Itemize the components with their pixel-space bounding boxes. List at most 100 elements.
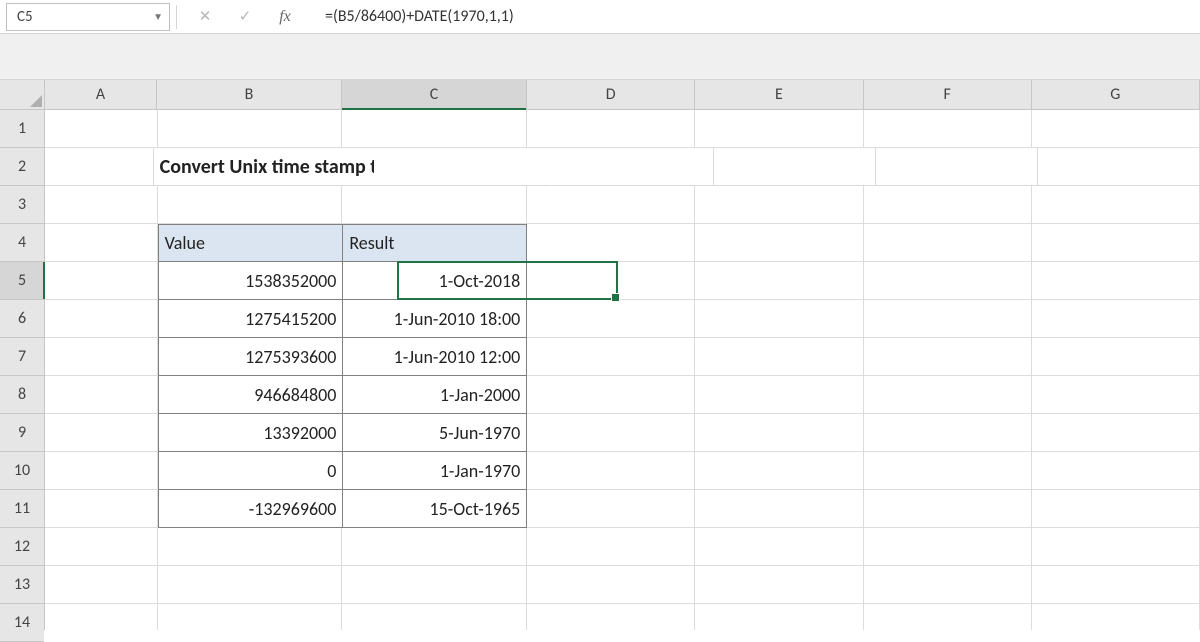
cell-A12[interactable] bbox=[45, 528, 158, 566]
cell-A11[interactable] bbox=[45, 490, 158, 528]
cell-E8[interactable] bbox=[695, 376, 863, 414]
row-header-8[interactable]: 8 bbox=[0, 376, 44, 414]
cell-C2[interactable] bbox=[374, 148, 552, 186]
cell-E11[interactable] bbox=[695, 490, 863, 528]
cell-B8[interactable]: 946684800 bbox=[158, 376, 343, 414]
cell-F2[interactable] bbox=[876, 148, 1038, 186]
cell-B3[interactable] bbox=[158, 186, 343, 224]
cell-F5[interactable] bbox=[864, 262, 1032, 300]
cell-D1[interactable] bbox=[527, 110, 695, 148]
cell-D4[interactable] bbox=[527, 224, 695, 262]
cell-F14[interactable] bbox=[864, 604, 1032, 630]
cell-G2[interactable] bbox=[1038, 148, 1200, 186]
cell-A8[interactable] bbox=[45, 376, 158, 414]
cell-E4[interactable] bbox=[695, 224, 863, 262]
cell-B6[interactable]: 1275415200 bbox=[158, 300, 343, 338]
cell-F3[interactable] bbox=[864, 186, 1032, 224]
cell-A10[interactable] bbox=[45, 452, 158, 490]
cell-D5[interactable] bbox=[527, 262, 695, 300]
cell-F11[interactable] bbox=[864, 490, 1032, 528]
cell-C1[interactable] bbox=[342, 110, 527, 148]
cell-C8[interactable]: 1-Jan-2000 bbox=[342, 376, 527, 414]
cell-B5[interactable]: 1538352000 bbox=[158, 262, 343, 300]
cell-B4[interactable]: Value bbox=[158, 224, 343, 262]
cell-E7[interactable] bbox=[695, 338, 863, 376]
cell-D9[interactable] bbox=[527, 414, 695, 452]
row-header-7[interactable]: 7 bbox=[0, 338, 44, 376]
cell-C12[interactable] bbox=[342, 528, 527, 566]
cell-D13[interactable] bbox=[527, 566, 695, 604]
cell-C13[interactable] bbox=[342, 566, 527, 604]
cell-D14[interactable] bbox=[527, 604, 695, 630]
name-box[interactable]: C5 ▼ bbox=[6, 3, 170, 31]
cell-D11[interactable] bbox=[527, 490, 695, 528]
row-header-14[interactable]: 14 bbox=[0, 604, 44, 642]
col-header-G[interactable]: G bbox=[1032, 80, 1200, 109]
chevron-down-icon[interactable]: ▼ bbox=[153, 10, 163, 23]
cell-B9[interactable]: 13392000 bbox=[158, 414, 343, 452]
cell-A5[interactable] bbox=[45, 262, 158, 300]
cell-A4[interactable] bbox=[45, 224, 158, 262]
cell-C5[interactable]: 1-Oct-2018 bbox=[342, 262, 527, 300]
cell-G5[interactable] bbox=[1032, 262, 1200, 300]
row-header-13[interactable]: 13 bbox=[0, 566, 44, 604]
cell-E14[interactable] bbox=[695, 604, 863, 630]
cell-B10[interactable]: 0 bbox=[158, 452, 343, 490]
cell-G7[interactable] bbox=[1032, 338, 1200, 376]
cell-C3[interactable] bbox=[342, 186, 527, 224]
cell-G10[interactable] bbox=[1032, 452, 1200, 490]
cell-C4[interactable]: Result bbox=[342, 224, 527, 262]
cell-F1[interactable] bbox=[864, 110, 1032, 148]
cell-E12[interactable] bbox=[695, 528, 863, 566]
cell-B14[interactable] bbox=[158, 604, 343, 630]
cell-G1[interactable] bbox=[1032, 110, 1200, 148]
cell-C10[interactable]: 1-Jan-1970 bbox=[342, 452, 527, 490]
cell-E2[interactable] bbox=[714, 148, 876, 186]
cell-F8[interactable] bbox=[864, 376, 1032, 414]
cell-E6[interactable] bbox=[695, 300, 863, 338]
formula-input[interactable] bbox=[305, 3, 1200, 31]
cell-E5[interactable] bbox=[695, 262, 863, 300]
cell-B7[interactable]: 1275393600 bbox=[158, 338, 343, 376]
cell-A14[interactable] bbox=[45, 604, 158, 630]
row-header-4[interactable]: 4 bbox=[0, 224, 44, 262]
cell-F4[interactable] bbox=[864, 224, 1032, 262]
cell-E1[interactable] bbox=[695, 110, 863, 148]
cell-G8[interactable] bbox=[1032, 376, 1200, 414]
row-header-3[interactable]: 3 bbox=[0, 186, 44, 224]
row-header-11[interactable]: 11 bbox=[0, 490, 44, 528]
cell-E10[interactable] bbox=[695, 452, 863, 490]
cell-A2[interactable] bbox=[45, 148, 154, 186]
cell-E13[interactable] bbox=[695, 566, 863, 604]
cell-D3[interactable] bbox=[527, 186, 695, 224]
cell-C11[interactable]: 15-Oct-1965 bbox=[342, 490, 527, 528]
col-header-D[interactable]: D bbox=[527, 80, 695, 109]
col-header-F[interactable]: F bbox=[864, 80, 1032, 109]
cell-G13[interactable] bbox=[1032, 566, 1200, 604]
cell-F7[interactable] bbox=[864, 338, 1032, 376]
cell-C6[interactable]: 1-Jun-2010 18:00 bbox=[342, 300, 527, 338]
row-header-9[interactable]: 9 bbox=[0, 414, 44, 452]
col-header-E[interactable]: E bbox=[695, 80, 863, 109]
row-header-12[interactable]: 12 bbox=[0, 528, 44, 566]
col-header-B[interactable]: B bbox=[157, 80, 342, 109]
cell-C14[interactable] bbox=[342, 604, 527, 630]
row-header-2[interactable]: 2 bbox=[0, 148, 44, 186]
cell-grid[interactable]: Convert Unix time stamp to Excel date bbox=[45, 110, 1200, 630]
cell-B12[interactable] bbox=[158, 528, 343, 566]
cell-B1[interactable] bbox=[158, 110, 343, 148]
cell-A1[interactable] bbox=[45, 110, 158, 148]
cell-A7[interactable] bbox=[45, 338, 158, 376]
cell-A9[interactable] bbox=[45, 414, 158, 452]
cell-C7[interactable]: 1-Jun-2010 12:00 bbox=[342, 338, 527, 376]
cell-D2[interactable] bbox=[552, 148, 714, 186]
cell-F6[interactable] bbox=[864, 300, 1032, 338]
cell-E9[interactable] bbox=[695, 414, 863, 452]
cell-G11[interactable] bbox=[1032, 490, 1200, 528]
row-header-1[interactable]: 1 bbox=[0, 110, 44, 148]
cell-G12[interactable] bbox=[1032, 528, 1200, 566]
cell-F10[interactable] bbox=[864, 452, 1032, 490]
cell-G4[interactable] bbox=[1032, 224, 1200, 262]
cell-F12[interactable] bbox=[864, 528, 1032, 566]
cell-D12[interactable] bbox=[527, 528, 695, 566]
